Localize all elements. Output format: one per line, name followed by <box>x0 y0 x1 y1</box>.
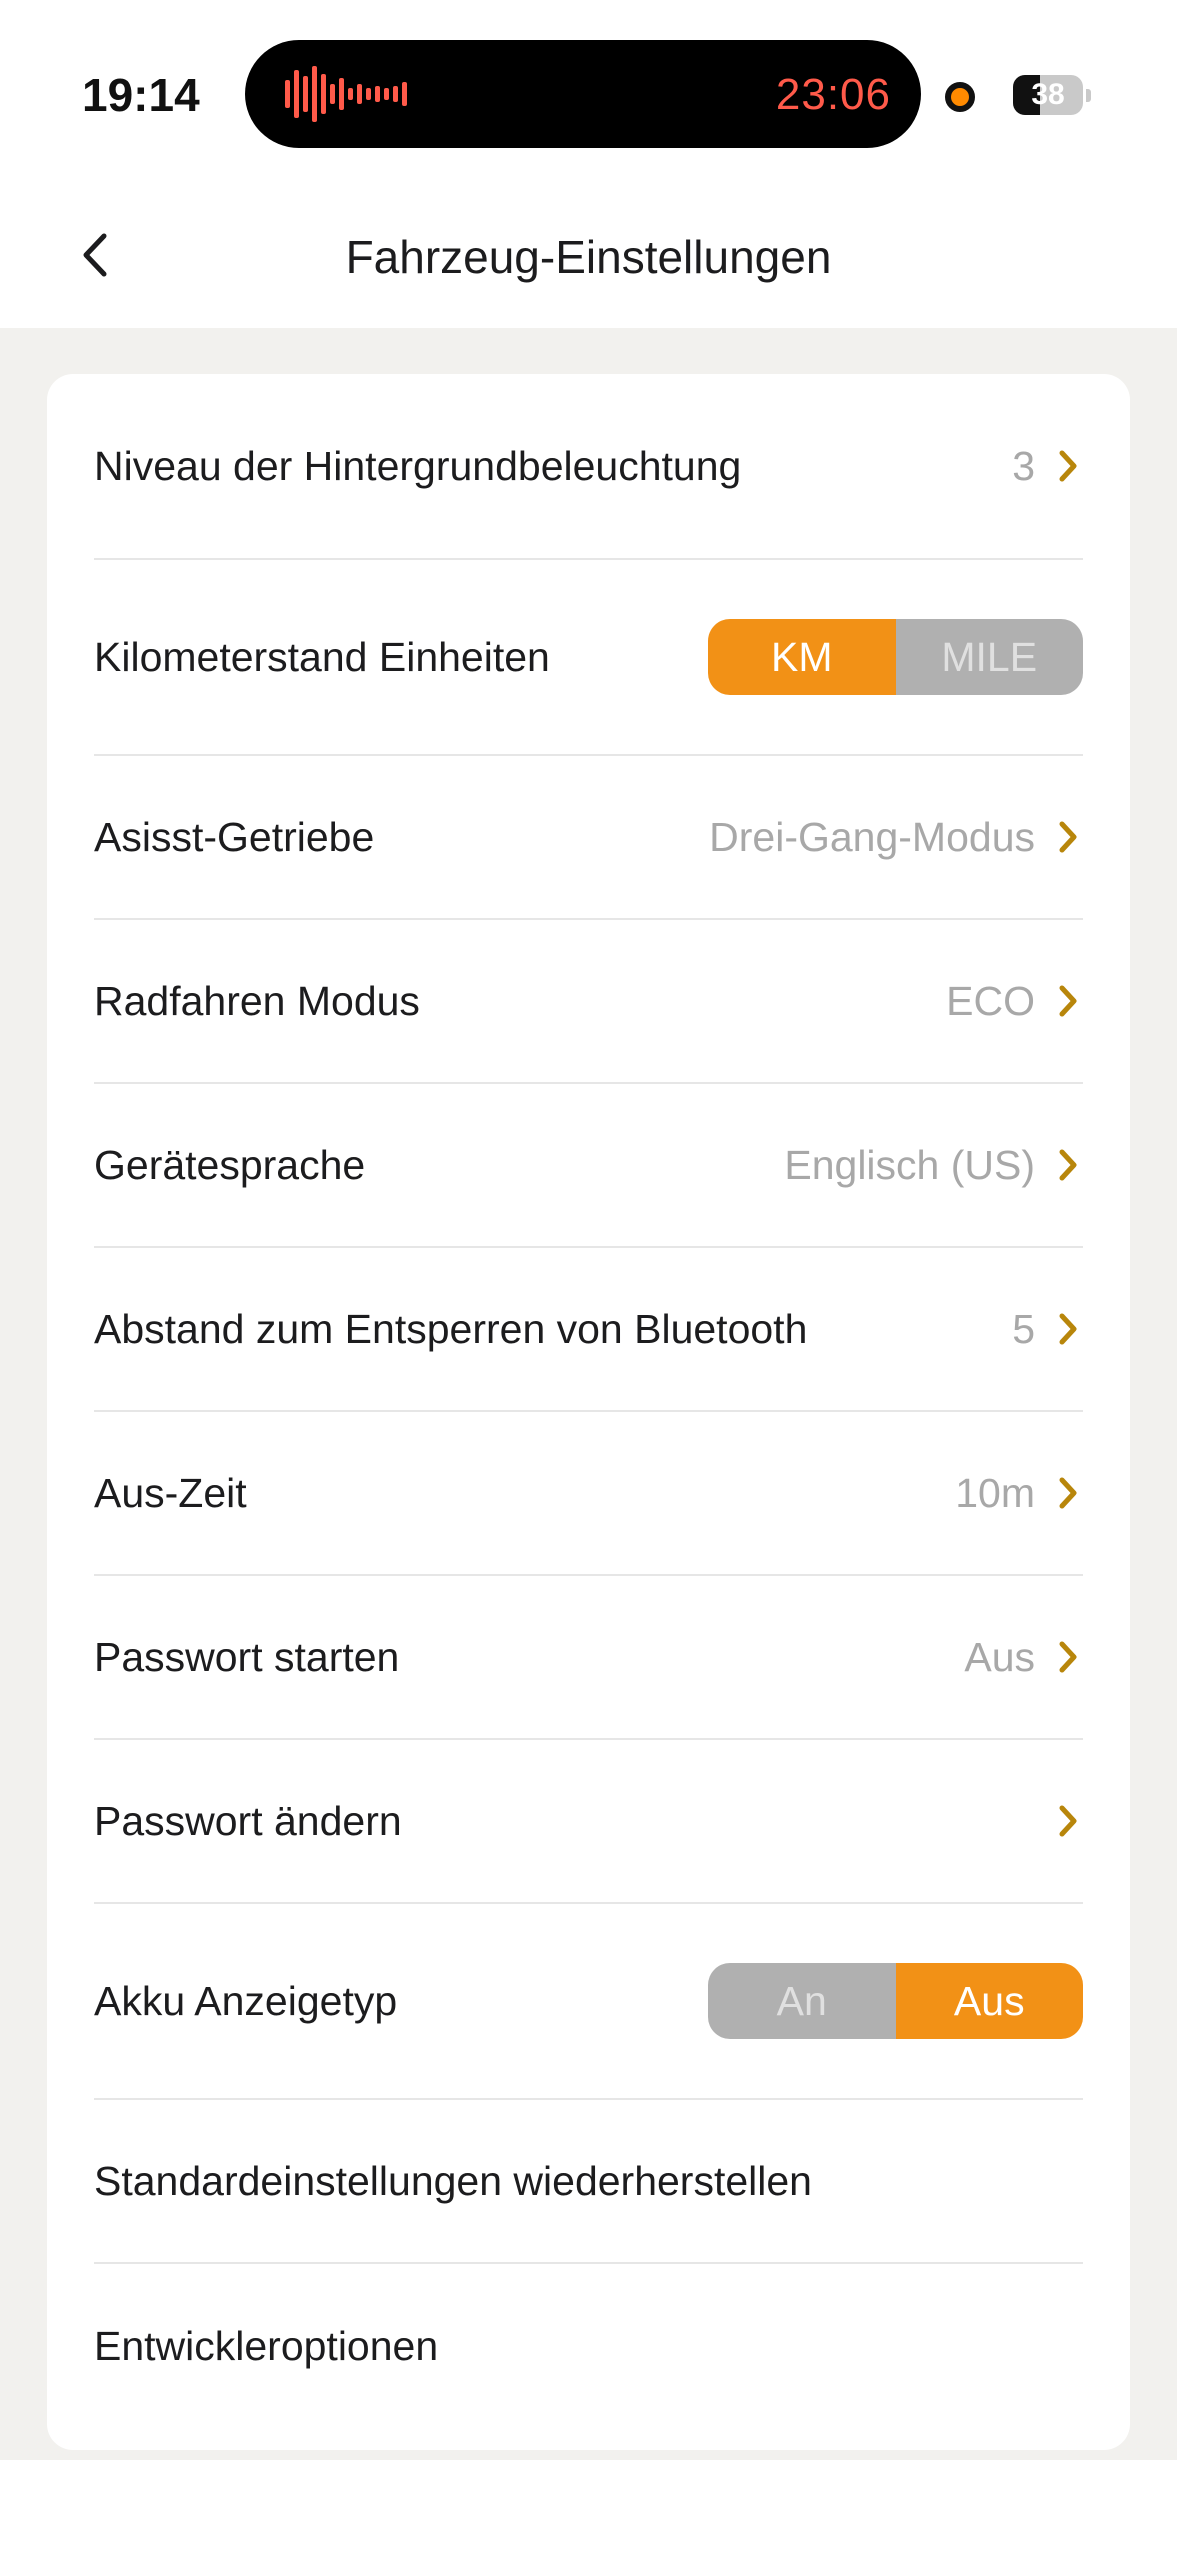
odometer-units-toggle[interactable]: KM MILE <box>708 619 1083 695</box>
setting-row-off-time[interactable]: Aus-Zeit 10m <box>94 1412 1083 1576</box>
segment-km[interactable]: KM <box>708 619 896 695</box>
chevron-right-icon <box>1053 1637 1083 1677</box>
segment-on[interactable]: An <box>708 1963 896 2039</box>
setting-label: Aus-Zeit <box>94 1469 247 1516</box>
setting-label: Asisst-Getriebe <box>94 813 375 860</box>
status-time: 19:14 <box>82 69 200 121</box>
segment-off[interactable]: Aus <box>895 1963 1083 2039</box>
setting-row-battery-display: Akku Anzeigetyp An Aus <box>94 1904 1083 2100</box>
audio-waveform-icon <box>285 66 407 122</box>
setting-row-device-language[interactable]: Gerätesprache Englisch (US) <box>94 1084 1083 1248</box>
chevron-right-icon <box>1053 446 1083 486</box>
setting-row-change-password[interactable]: Passwort ändern <box>94 1740 1083 1904</box>
setting-label: Passwort ändern <box>94 1797 402 1844</box>
setting-value: Englisch (US) <box>784 1141 1035 1188</box>
setting-label: Niveau der Hintergrundbeleuchtung <box>94 442 742 489</box>
chevron-right-icon <box>1053 1309 1083 1349</box>
dynamic-island[interactable]: 23:06 <box>245 40 921 148</box>
setting-value: Drei-Gang-Modus <box>709 813 1035 860</box>
bottom-safe-area <box>0 2460 1177 2560</box>
setting-row-backlight[interactable]: Niveau der Hintergrundbeleuchtung 3 <box>94 374 1083 560</box>
battery-cap <box>1086 89 1091 102</box>
setting-row-riding-mode[interactable]: Radfahren Modus ECO <box>94 920 1083 1084</box>
setting-row-restore-defaults[interactable]: Standardeinstellungen wiederherstellen <box>94 2100 1083 2264</box>
chevron-right-icon <box>1053 1801 1083 1841</box>
setting-value: 3 <box>1012 442 1035 489</box>
setting-value: 5 <box>1012 1305 1035 1352</box>
navigation-bar: Fahrzeug-Einstellungen <box>0 190 1177 328</box>
settings-card: Niveau der Hintergrundbeleuchtung 3 Kilo… <box>47 374 1130 2450</box>
recording-timer: 23:06 <box>775 70 891 119</box>
chevron-right-icon <box>1053 817 1083 857</box>
battery-icon: 38 <box>1013 75 1083 115</box>
setting-label: Entwickleroptionen <box>94 2322 439 2369</box>
chevron-right-icon <box>1053 1145 1083 1185</box>
setting-row-developer-options[interactable]: Entwickleroptionen <box>94 2264 1083 2428</box>
setting-label: Abstand zum Entsperren von Bluetooth <box>94 1305 808 1352</box>
setting-value: 10m <box>955 1469 1035 1516</box>
chevron-right-icon <box>1053 981 1083 1021</box>
setting-row-start-password[interactable]: Passwort starten Aus <box>94 1576 1083 1740</box>
setting-label: Akku Anzeigetyp <box>94 1977 398 2024</box>
setting-label: Passwort starten <box>94 1633 400 1680</box>
segment-mile[interactable]: MILE <box>895 619 1083 695</box>
setting-row-assist-gear[interactable]: Asisst-Getriebe Drei-Gang-Modus <box>94 756 1083 920</box>
setting-row-odometer-units: Kilometerstand Einheiten KM MILE <box>94 560 1083 756</box>
setting-row-bluetooth-unlock[interactable]: Abstand zum Entsperren von Bluetooth 5 <box>94 1248 1083 1412</box>
page-title: Fahrzeug-Einstellungen <box>345 231 832 283</box>
status-bar: 19:14 23:06 38 <box>0 0 1177 190</box>
setting-label: Gerätesprache <box>94 1141 366 1188</box>
battery-level: 38 <box>1031 78 1065 111</box>
setting-value: Aus <box>964 1633 1035 1680</box>
setting-label: Kilometerstand Einheiten <box>94 633 550 680</box>
recording-indicator-icon <box>945 82 975 112</box>
setting-label: Radfahren Modus <box>94 977 420 1024</box>
setting-label: Standardeinstellungen wiederherstellen <box>94 2157 812 2204</box>
battery-display-toggle[interactable]: An Aus <box>708 1963 1083 2039</box>
chevron-right-icon <box>1053 1473 1083 1513</box>
setting-value: ECO <box>946 977 1035 1024</box>
